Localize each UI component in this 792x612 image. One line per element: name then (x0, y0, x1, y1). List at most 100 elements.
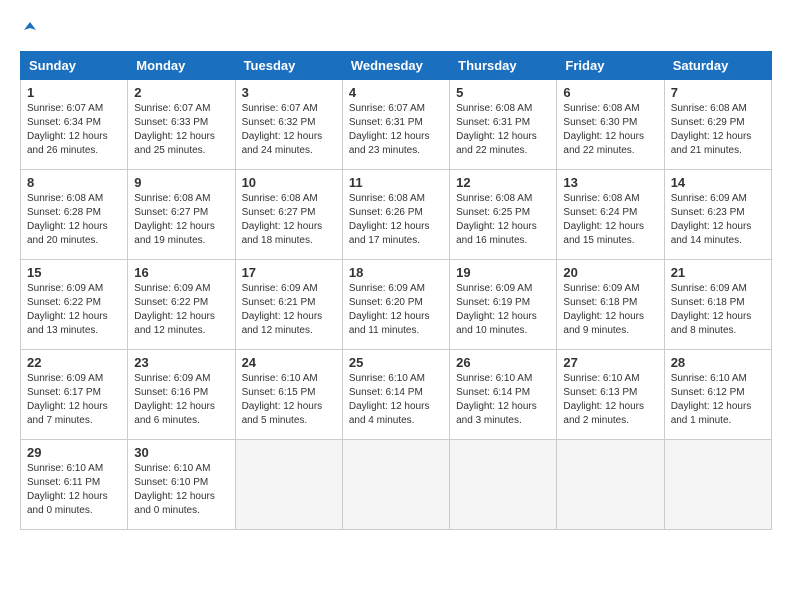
day-cell-10: 10 Sunrise: 6:08 AMSunset: 6:27 PMDayligh… (235, 170, 342, 260)
day-info: Sunrise: 6:09 AMSunset: 6:20 PMDaylight:… (349, 283, 430, 336)
empty-cell (235, 440, 342, 530)
day-info: Sunrise: 6:10 AMSunset: 6:14 PMDaylight:… (456, 373, 537, 426)
day-cell-3: 3 Sunrise: 6:07 AMSunset: 6:32 PMDaylight… (235, 80, 342, 170)
day-number: 17 (242, 265, 336, 280)
day-cell-14: 14 Sunrise: 6:09 AMSunset: 6:23 PMDayligh… (664, 170, 771, 260)
logo-bird-icon (22, 20, 38, 36)
day-number: 4 (349, 85, 443, 100)
calendar-week-1: 8 Sunrise: 6:08 AMSunset: 6:28 PMDaylight… (21, 170, 772, 260)
day-cell-13: 13Sunrise: 6:08 AMSunset: 6:24 PMDayligh… (557, 170, 664, 260)
day-cell-9: 9 Sunrise: 6:08 AMSunset: 6:27 PMDaylight… (128, 170, 235, 260)
weekday-header-friday: Friday (557, 52, 664, 80)
day-number: 29 (27, 445, 121, 460)
empty-cell (450, 440, 557, 530)
day-info: Sunrise: 6:08 AMSunset: 6:26 PMDaylight:… (349, 193, 430, 246)
day-cell-23: 23 Sunrise: 6:09 AMSunset: 6:16 PMDayligh… (128, 350, 235, 440)
day-info: Sunrise: 6:08 AMSunset: 6:30 PMDaylight:… (563, 103, 644, 156)
day-info: Sunrise: 6:10 AMSunset: 6:13 PMDaylight:… (563, 373, 644, 426)
day-info: Sunrise: 6:08 AMSunset: 6:27 PMDaylight:… (242, 193, 323, 246)
day-cell-30: 30Sunrise: 6:10 AMSunset: 6:10 PMDayligh… (128, 440, 235, 530)
day-info: Sunrise: 6:08 AMSunset: 6:25 PMDaylight:… (456, 193, 537, 246)
day-number: 10 (242, 175, 336, 190)
day-info: Sunrise: 6:10 AMSunset: 6:14 PMDaylight:… (349, 373, 430, 426)
day-info: Sunrise: 6:09 AMSunset: 6:21 PMDaylight:… (242, 283, 323, 336)
day-info: Sunrise: 6:08 AMSunset: 6:29 PMDaylight:… (671, 103, 752, 156)
calendar-week-4: 29 Sunrise: 6:10 AMSunset: 6:11 PMDayligh… (21, 440, 772, 530)
weekday-header-tuesday: Tuesday (235, 52, 342, 80)
day-info: Sunrise: 6:08 AMSunset: 6:31 PMDaylight:… (456, 103, 537, 156)
day-cell-6: 6 Sunrise: 6:08 AMSunset: 6:30 PMDaylight… (557, 80, 664, 170)
day-number: 8 (27, 175, 121, 190)
day-number: 28 (671, 355, 765, 370)
day-info: Sunrise: 6:09 AMSunset: 6:19 PMDaylight:… (456, 283, 537, 336)
day-cell-29: 29 Sunrise: 6:10 AMSunset: 6:11 PMDayligh… (21, 440, 128, 530)
day-number: 22 (27, 355, 121, 370)
day-info: Sunrise: 6:09 AMSunset: 6:16 PMDaylight:… (134, 373, 215, 426)
weekday-header-row: SundayMondayTuesdayWednesdayThursdayFrid… (21, 52, 772, 80)
weekday-header-thursday: Thursday (450, 52, 557, 80)
day-cell-22: 22 Sunrise: 6:09 AMSunset: 6:17 PMDayligh… (21, 350, 128, 440)
day-info: Sunrise: 6:09 AMSunset: 6:18 PMDaylight:… (671, 283, 752, 336)
day-cell-1: 1Sunrise: 6:07 AMSunset: 6:34 PMDaylight… (21, 80, 128, 170)
empty-cell (557, 440, 664, 530)
day-number: 14 (671, 175, 765, 190)
day-cell-18: 18 Sunrise: 6:09 AMSunset: 6:20 PMDayligh… (342, 260, 449, 350)
day-info: Sunrise: 6:07 AMSunset: 6:32 PMDaylight:… (242, 103, 323, 156)
day-number: 30 (134, 445, 228, 460)
day-cell-17: 17 Sunrise: 6:09 AMSunset: 6:21 PMDayligh… (235, 260, 342, 350)
day-cell-11: 11 Sunrise: 6:08 AMSunset: 6:26 PMDayligh… (342, 170, 449, 260)
day-info: Sunrise: 6:09 AMSunset: 6:18 PMDaylight:… (563, 283, 644, 336)
day-number: 9 (134, 175, 228, 190)
day-info: Sunrise: 6:07 AMSunset: 6:31 PMDaylight:… (349, 103, 430, 156)
day-cell-21: 21 Sunrise: 6:09 AMSunset: 6:18 PMDayligh… (664, 260, 771, 350)
day-info: Sunrise: 6:10 AMSunset: 6:11 PMDaylight:… (27, 463, 108, 516)
day-info: Sunrise: 6:09 AMSunset: 6:23 PMDaylight:… (671, 193, 752, 246)
day-number: 12 (456, 175, 550, 190)
empty-cell (342, 440, 449, 530)
day-info: Sunrise: 6:09 AMSunset: 6:22 PMDaylight:… (134, 283, 215, 336)
day-info: Sunrise: 6:09 AMSunset: 6:17 PMDaylight:… (27, 373, 108, 426)
day-number: 23 (134, 355, 228, 370)
day-info: Sunrise: 6:09 AMSunset: 6:22 PMDaylight:… (27, 283, 108, 336)
day-number: 20 (563, 265, 657, 280)
day-info: Sunrise: 6:07 AMSunset: 6:34 PMDaylight:… (27, 103, 108, 156)
weekday-header-saturday: Saturday (664, 52, 771, 80)
day-info: Sunrise: 6:10 AMSunset: 6:15 PMDaylight:… (242, 373, 323, 426)
day-cell-27: 27 Sunrise: 6:10 AMSunset: 6:13 PMDayligh… (557, 350, 664, 440)
day-number: 18 (349, 265, 443, 280)
day-number: 15 (27, 265, 121, 280)
day-cell-5: 5 Sunrise: 6:08 AMSunset: 6:31 PMDaylight… (450, 80, 557, 170)
empty-cell (664, 440, 771, 530)
day-info: Sunrise: 6:08 AMSunset: 6:28 PMDaylight:… (27, 193, 108, 246)
day-number: 3 (242, 85, 336, 100)
day-info: Sunrise: 6:07 AMSunset: 6:33 PMDaylight:… (134, 103, 215, 156)
day-number: 19 (456, 265, 550, 280)
weekday-header-wednesday: Wednesday (342, 52, 449, 80)
day-number: 7 (671, 85, 765, 100)
day-number: 25 (349, 355, 443, 370)
day-info: Sunrise: 6:08 AMSunset: 6:27 PMDaylight:… (134, 193, 215, 246)
day-cell-2: 2Sunrise: 6:07 AMSunset: 6:33 PMDaylight… (128, 80, 235, 170)
weekday-header-sunday: Sunday (21, 52, 128, 80)
calendar-week-0: 1Sunrise: 6:07 AMSunset: 6:34 PMDaylight… (21, 80, 772, 170)
page-header (20, 20, 772, 41)
day-number: 5 (456, 85, 550, 100)
calendar-table: SundayMondayTuesdayWednesdayThursdayFrid… (20, 51, 772, 530)
day-info: Sunrise: 6:08 AMSunset: 6:24 PMDaylight:… (563, 193, 644, 246)
logo (20, 20, 38, 41)
day-number: 21 (671, 265, 765, 280)
day-number: 6 (563, 85, 657, 100)
day-number: 26 (456, 355, 550, 370)
day-info: Sunrise: 6:10 AMSunset: 6:12 PMDaylight:… (671, 373, 752, 426)
day-cell-20: 20 Sunrise: 6:09 AMSunset: 6:18 PMDayligh… (557, 260, 664, 350)
day-number: 16 (134, 265, 228, 280)
calendar-week-3: 22 Sunrise: 6:09 AMSunset: 6:17 PMDayligh… (21, 350, 772, 440)
day-cell-24: 24 Sunrise: 6:10 AMSunset: 6:15 PMDayligh… (235, 350, 342, 440)
day-number: 24 (242, 355, 336, 370)
day-cell-28: 28 Sunrise: 6:10 AMSunset: 6:12 PMDayligh… (664, 350, 771, 440)
day-cell-16: 16 Sunrise: 6:09 AMSunset: 6:22 PMDayligh… (128, 260, 235, 350)
day-number: 27 (563, 355, 657, 370)
day-number: 11 (349, 175, 443, 190)
day-cell-8: 8 Sunrise: 6:08 AMSunset: 6:28 PMDaylight… (21, 170, 128, 260)
weekday-header-monday: Monday (128, 52, 235, 80)
